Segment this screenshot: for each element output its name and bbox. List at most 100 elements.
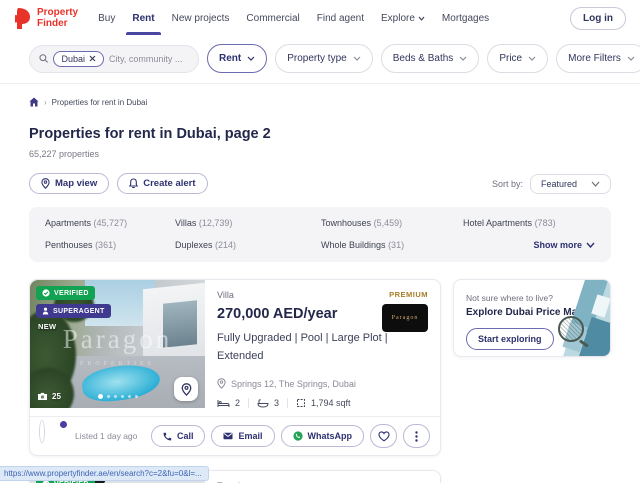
- search-input[interactable]: [109, 53, 189, 64]
- chevron-down-icon: [627, 56, 635, 61]
- chevron-down-icon: [353, 56, 361, 61]
- listing-photo[interactable]: Paragon PROPERTIES VERIFIED SUPERAGENT N…: [30, 280, 205, 408]
- location-pin-icon: [217, 378, 226, 390]
- filter-beds-baths-dropdown[interactable]: Beds & Baths: [380, 44, 480, 73]
- email-button[interactable]: Email: [211, 425, 275, 448]
- chevron-down-icon: [586, 242, 595, 248]
- chevron-down-icon: [459, 56, 467, 61]
- category-apartments[interactable]: Apartments (45,727): [45, 218, 175, 228]
- beds-spec: 2: [217, 398, 240, 408]
- sort-dropdown[interactable]: Featured: [529, 173, 611, 194]
- login-button[interactable]: Log in: [570, 7, 626, 30]
- category-penthouses[interactable]: Penthouses (361): [45, 240, 175, 250]
- chevron-down-icon: [247, 56, 255, 61]
- new-badge: NEW: [38, 322, 57, 331]
- filter-rent-dropdown[interactable]: Rent: [207, 44, 268, 73]
- category-hotel-apartments[interactable]: Hotel Apartments (783): [463, 218, 595, 228]
- filter-price-dropdown[interactable]: Price: [487, 44, 549, 73]
- nav-buy[interactable]: Buy: [98, 2, 115, 35]
- call-button[interactable]: Call: [150, 425, 206, 448]
- whatsapp-button[interactable]: WhatsApp: [280, 425, 364, 448]
- more-options-button[interactable]: [403, 424, 430, 449]
- sort-controls: Sort by: Featured: [491, 173, 611, 194]
- home-icon[interactable]: [29, 97, 39, 107]
- listing-specs: 2 3 1,794 sqft: [217, 398, 428, 409]
- property-count: 65,227 properties: [29, 149, 100, 159]
- superagent-badge: SUPERAGENT: [36, 304, 111, 318]
- category-villas[interactable]: Villas (12,739): [175, 218, 321, 228]
- search-box[interactable]: Dubai: [29, 44, 199, 73]
- whatsapp-icon: [292, 431, 303, 441]
- location-chip-dubai[interactable]: Dubai: [53, 50, 104, 67]
- show-more-link[interactable]: Show more: [533, 240, 595, 250]
- breadcrumb: › Properties for rent in Dubai: [29, 97, 611, 107]
- category-whole-buildings[interactable]: Whole Buildings (31): [321, 240, 463, 250]
- listing-card[interactable]: Paragon PROPERTIES VERIFIED SUPERAGENT N…: [29, 279, 441, 457]
- nav-commercial[interactable]: Commercial: [246, 2, 299, 35]
- phone-icon: [163, 432, 172, 441]
- category-townhouses[interactable]: Townhouses (5,459): [321, 218, 463, 228]
- agency-logo-paragon[interactable]: Paragon: [382, 304, 428, 332]
- listing-details: Villa PREMIUM 270,000 AED/year Paragon F…: [205, 280, 440, 416]
- listing-location: Springs 12, The Springs, Dubai: [217, 378, 428, 390]
- listing-title[interactable]: Fully Upgraded | Pool | Large Plot | Ext…: [217, 330, 413, 365]
- start-exploring-button[interactable]: Start exploring: [466, 328, 554, 350]
- listing-details: Townhouse PREMIUM 160,000 AED/year KORE …: [205, 471, 440, 483]
- main-nav: Buy Rent New projects Commercial Find ag…: [98, 2, 489, 35]
- close-icon[interactable]: [89, 55, 96, 62]
- promo-question: Not sure where to live?: [466, 293, 553, 303]
- chevron-down-icon: [528, 56, 536, 61]
- baths-spec: 3: [248, 398, 279, 409]
- breadcrumb-separator: ›: [44, 97, 47, 107]
- search-filter-bar: Dubai Rent Property type Beds & Baths Pr…: [0, 37, 640, 84]
- nav-find-agent[interactable]: Find agent: [317, 2, 364, 35]
- area-icon: [297, 399, 306, 408]
- property-finder-logo[interactable]: Property Finder: [14, 7, 78, 30]
- page-title: Properties for rent in Dubai, page 2: [29, 126, 271, 142]
- category-links-panel: Apartments (45,727) Villas (12,739) Town…: [29, 207, 611, 262]
- show-on-map-button[interactable]: [174, 377, 198, 401]
- sort-by-label: Sort by:: [491, 178, 523, 189]
- price-map-promo-card: Not sure where to live? Explore Dubai Pr…: [453, 279, 611, 357]
- top-navigation-bar: Property Finder Buy Rent New projects Com…: [0, 0, 640, 37]
- email-icon: [223, 432, 233, 440]
- link-preview-statusbar: https://www.propertyfinder.ae/en/search?…: [0, 466, 209, 481]
- filter-more-filters-dropdown[interactable]: More Filters: [556, 44, 640, 73]
- map-pin-icon: [181, 382, 191, 396]
- kebab-menu-icon: [415, 430, 418, 442]
- favorite-button[interactable]: [370, 424, 397, 449]
- verified-badge: VERIFIED: [36, 286, 95, 300]
- toolbar: Map view Create alert Sort by: Featured: [29, 173, 611, 194]
- agent-badge-icon: [59, 420, 68, 430]
- promo-title: Explore Dubai Price Map: [466, 307, 584, 318]
- nav-rent[interactable]: Rent: [126, 2, 161, 35]
- category-duplexes[interactable]: Duplexes (214): [175, 240, 321, 250]
- agency-watermark-sub: PROPERTIES: [80, 360, 155, 367]
- check-icon: [42, 289, 50, 297]
- agent-icon: [42, 307, 49, 315]
- area-spec: 1,794 sqft: [287, 398, 351, 409]
- premium-badge: PREMIUM: [389, 290, 428, 299]
- listing-card-footer: Listed 1 day ago Call Email WhatsApp: [30, 416, 440, 455]
- map-view-button[interactable]: Map view: [29, 173, 110, 194]
- chevron-down-icon: [591, 181, 600, 187]
- heart-icon: [377, 431, 390, 442]
- search-icon: [39, 54, 48, 63]
- brand-flame-icon: [14, 7, 33, 30]
- bed-icon: [217, 399, 230, 407]
- property-type: Villa: [217, 290, 234, 300]
- agent-avatar[interactable]: [40, 420, 68, 449]
- magnifier-icon: [558, 316, 584, 342]
- bell-icon: [129, 178, 139, 189]
- nav-new-projects[interactable]: New projects: [172, 2, 230, 35]
- chevron-down-icon: [418, 16, 425, 21]
- map-pin-icon: [41, 178, 50, 189]
- listings-column: Paragon PROPERTIES VERIFIED SUPERAGENT N…: [29, 279, 441, 483]
- filter-property-type-dropdown[interactable]: Property type: [275, 44, 373, 73]
- breadcrumb-item[interactable]: Properties for rent in Dubai: [52, 98, 148, 107]
- nav-mortgages[interactable]: Mortgages: [442, 2, 489, 35]
- nav-explore[interactable]: Explore: [381, 2, 425, 35]
- create-alert-button[interactable]: Create alert: [117, 173, 208, 194]
- brand-name: Property Finder: [37, 7, 79, 29]
- bath-icon: [257, 399, 269, 408]
